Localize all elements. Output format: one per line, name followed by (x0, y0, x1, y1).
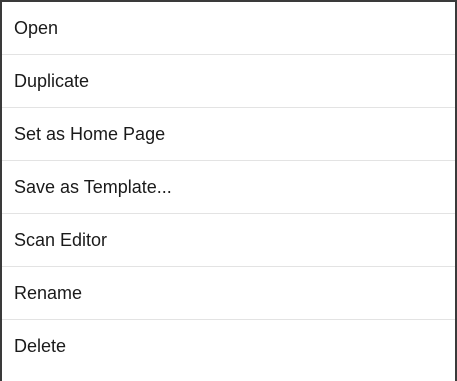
menu-item-open[interactable]: Open (2, 2, 455, 55)
menu-item-label: Open (14, 17, 59, 38)
menu-item-duplicate[interactable]: Duplicate (2, 55, 455, 108)
menu-item-rename[interactable]: Rename (2, 267, 455, 320)
menu-item-label: Save as Template... (14, 176, 172, 197)
menu-item-label: Duplicate (14, 70, 90, 91)
menu-item-delete[interactable]: Delete (2, 320, 455, 373)
menu-item-label: Set as Home Page (14, 123, 166, 144)
context-menu: Open Duplicate Set as Home Page Save as … (0, 0, 457, 381)
menu-item-label: Rename (14, 282, 83, 303)
menu-item-save-as-template[interactable]: Save as Template... (2, 161, 455, 214)
menu-item-scan-editor[interactable]: Scan Editor (2, 214, 455, 267)
menu-list: Open Duplicate Set as Home Page Save as … (2, 2, 455, 373)
menu-item-label: Scan Editor (14, 229, 108, 250)
menu-item-set-as-home-page[interactable]: Set as Home Page (2, 108, 455, 161)
menu-item-label: Delete (14, 336, 67, 356)
